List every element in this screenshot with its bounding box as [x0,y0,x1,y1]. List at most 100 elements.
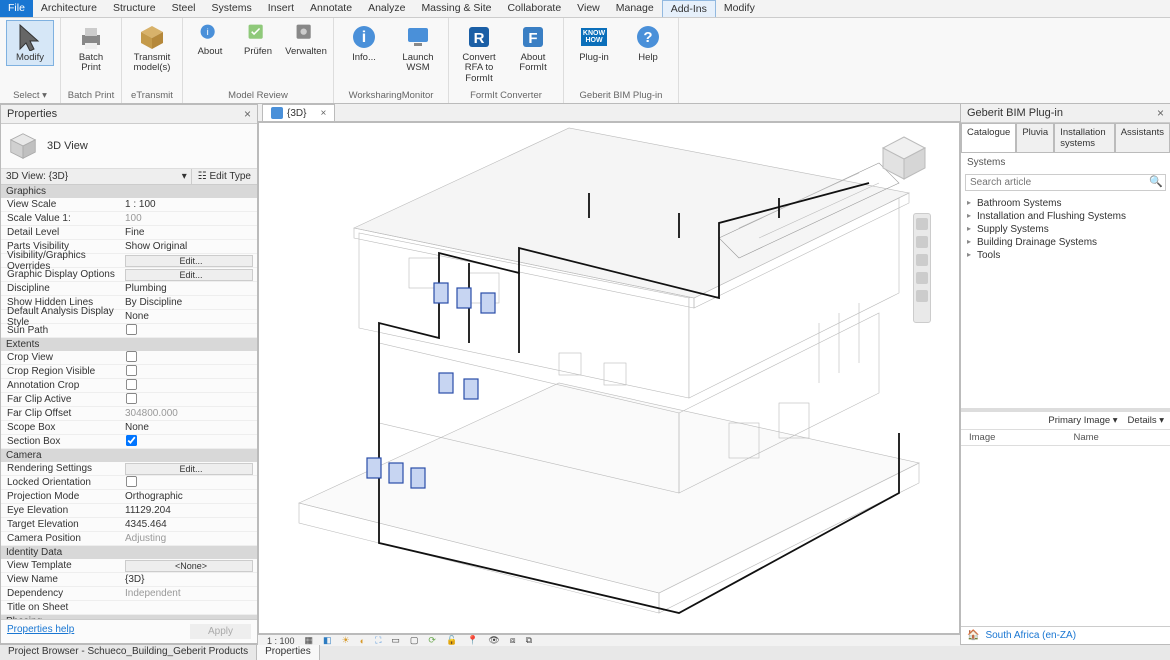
edit-type-button[interactable]: ☷ Edit Type [191,169,257,184]
prop-value[interactable]: 304800.000 [121,408,257,419]
prop-value[interactable]: None [121,311,257,322]
ribbon-pr-fen-button[interactable]: Prüfen [237,20,279,60]
ribbon-about-formit-button[interactable]: FAbout FormIt [509,20,557,77]
project-browser-tab[interactable]: Project Browser - Schueco_Building_Geber… [0,645,257,660]
menu-tab-modify[interactable]: Modify [716,0,763,17]
prop-value[interactable] [121,434,257,450]
menu-tab-annotate[interactable]: Annotate [302,0,360,17]
unlock-icon[interactable]: 🔓 [443,635,460,646]
menu-tab-collaborate[interactable]: Collaborate [499,0,569,17]
prop-value[interactable] [121,323,257,339]
crop-icon[interactable]: ▭ [388,635,403,646]
search-icon[interactable]: 🔍 [1147,175,1165,190]
prop-value[interactable]: 1 : 100 [121,199,257,210]
menu-tab-add-ins[interactable]: Add-Ins [662,0,716,17]
details-dropdown[interactable]: Details ▾ [1128,415,1164,426]
prop-value[interactable]: None [121,422,257,433]
properties-tab[interactable]: Properties [257,645,320,660]
menu-tab-structure[interactable]: Structure [105,0,164,17]
properties-type-selector[interactable]: 3D View [1,124,257,169]
plugin-tab-catalogue[interactable]: Catalogue [961,123,1016,152]
locale-label[interactable]: South Africa (en-ZA) [985,630,1076,641]
checkbox[interactable] [126,392,137,403]
lock-3d-icon[interactable]: ⟳ [425,635,439,646]
nav-orbit-icon[interactable] [916,272,928,284]
prop-value[interactable]: <None> [125,560,253,572]
prop-value[interactable]: Independent [121,588,257,599]
plugin-tab-assistants[interactable]: Assistants [1115,123,1170,152]
close-icon[interactable]: × [244,107,251,121]
ribbon-verwalten-button[interactable]: Verwalten [285,20,327,60]
scale-control[interactable]: 1 : 100 [264,636,298,646]
visual-style-icon[interactable]: ◧ [320,635,335,646]
prop-value[interactable]: Plumbing [121,283,257,294]
nav-bar-3d[interactable] [913,213,931,323]
close-icon[interactable]: × [1157,106,1164,120]
checkbox[interactable] [126,378,137,389]
primary-image-dropdown[interactable]: Primary Image ▾ [1048,415,1117,426]
prop-value[interactable]: Show Original [121,241,257,252]
prop-value[interactable]: Edit... [125,269,253,281]
render-icon[interactable]: ⛶ [372,635,384,646]
view-tab-3d[interactable]: {3D} × [262,104,335,121]
ribbon-modify-button[interactable]: Modify [6,20,54,66]
close-tab-icon[interactable]: × [320,108,326,119]
prop-value[interactable]: 100 [121,213,257,224]
tree-node-building-drainage-systems[interactable]: Building Drainage Systems [965,236,1166,249]
nav-pan-icon[interactable] [916,236,928,248]
prop-value[interactable]: Orthographic [121,491,257,502]
ribbon-about-button[interactable]: iAbout [189,20,231,60]
prop-value[interactable]: Edit... [125,255,253,267]
menu-tab-view[interactable]: View [569,0,608,17]
ribbon-help-button[interactable]: ?Help [624,20,672,66]
apply-button[interactable]: Apply [190,624,251,639]
prop-value[interactable]: {3D} [121,574,257,585]
nav-wheel-icon[interactable] [916,218,928,230]
menu-tab-analyze[interactable]: Analyze [360,0,413,17]
tree-node-tools[interactable]: Tools [965,249,1166,262]
show-crop-icon[interactable]: ▢ [407,635,422,646]
menu-tab-systems[interactable]: Systems [204,0,260,17]
menu-tab-massing-site[interactable]: Massing & Site [413,0,499,17]
tree-node-bathroom-systems[interactable]: Bathroom Systems [965,197,1166,210]
sun-path-icon[interactable]: ☀ [339,635,353,646]
tag-icon[interactable]: ⧉ [523,635,535,646]
prop-value[interactable]: Adjusting [121,533,257,544]
ribbon-plug-in-button[interactable]: KNOWHOWPlug-in [570,20,618,66]
ribbon-transmit-model-s--button[interactable]: Transmit model(s) [128,20,176,77]
checkbox[interactable] [126,475,137,486]
shadows-icon[interactable]: ◐ [357,636,368,646]
plugin-tab-pluvia[interactable]: Pluvia [1016,123,1054,152]
plugin-tab-installation-systems[interactable]: Installation systems [1054,123,1115,152]
ribbon-launch-wsm-button[interactable]: Launch WSM [394,20,442,77]
search-input[interactable] [966,175,1147,190]
checkbox[interactable] [126,434,137,445]
checkbox[interactable] [126,364,137,375]
prop-value[interactable]: By Discipline [121,297,257,308]
ribbon-convert-rfa-to-formit-button[interactable]: RConvert RFA to FormIt [455,20,503,87]
menu-tab-file[interactable]: File [0,0,33,17]
prop-value[interactable] [121,392,257,408]
prop-value[interactable] [121,475,257,491]
checkbox[interactable] [126,323,137,334]
menu-tab-architecture[interactable]: Architecture [33,0,105,17]
menu-tab-steel[interactable]: Steel [164,0,204,17]
view-cube[interactable] [879,133,929,183]
reveal-icon[interactable]: ⧈ [507,635,519,646]
prop-value[interactable]: Edit... [125,463,253,475]
menu-tab-manage[interactable]: Manage [608,0,662,17]
prop-value[interactable]: Fine [121,227,257,238]
ribbon-info--button[interactable]: iInfo... [340,20,388,66]
checkbox[interactable] [126,350,137,361]
3d-canvas[interactable] [258,122,960,634]
nav-chevron-down-icon[interactable] [916,290,928,302]
hide-icon[interactable]: 👁 [485,635,502,646]
instance-name[interactable]: 3D View: {3D} [1,169,178,184]
ribbon-batch-print-button[interactable]: Batch Print [67,20,115,77]
tree-node-supply-systems[interactable]: Supply Systems [965,223,1166,236]
menu-tab-insert[interactable]: Insert [260,0,302,17]
properties-help-link[interactable]: Properties help [7,624,74,639]
nav-zoom-icon[interactable] [916,254,928,266]
prop-value[interactable]: 4345.464 [121,519,257,530]
home-icon[interactable]: 🏠 [967,630,979,641]
